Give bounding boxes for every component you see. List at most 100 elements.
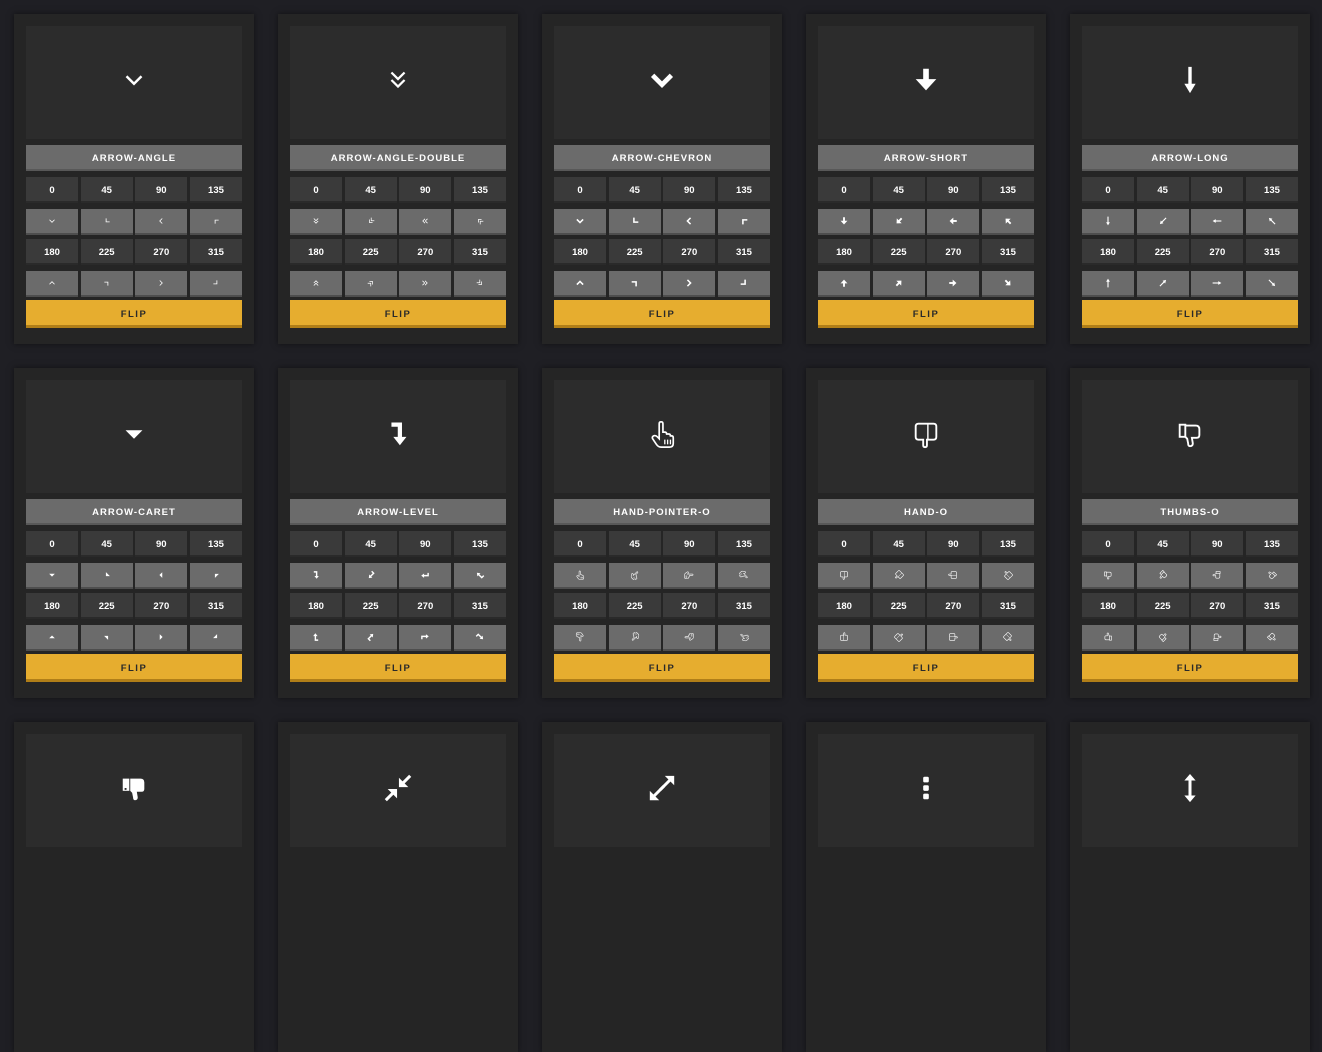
rotate-315-button[interactable] (1245, 625, 1298, 651)
rotate-225-button[interactable] (80, 625, 133, 651)
rotate-0-button[interactable] (290, 209, 342, 235)
angle-label: 135 (189, 531, 242, 557)
rotate-180-button[interactable] (26, 271, 78, 297)
rotate-90-button[interactable] (927, 563, 980, 589)
angle-label: 270 (399, 593, 452, 619)
rotate-270-button[interactable] (927, 271, 980, 297)
rotate-0-button[interactable] (26, 563, 78, 589)
rotate-270-button[interactable] (399, 271, 452, 297)
rotate-135-button[interactable] (189, 209, 242, 235)
rotate-180-button[interactable] (1082, 625, 1134, 651)
flip-button[interactable]: FLIP (554, 300, 770, 328)
rotate-90-button[interactable] (399, 209, 452, 235)
short-icon (894, 216, 904, 229)
rotate-135-button[interactable] (453, 563, 506, 589)
rotate-45-button[interactable] (344, 563, 397, 589)
rotate-315-button[interactable] (1245, 271, 1298, 297)
thumbs-icon (1267, 570, 1278, 583)
rotate-135-button[interactable] (1245, 563, 1298, 589)
flip-button[interactable]: FLIP (290, 654, 506, 682)
short-icon (1003, 216, 1013, 229)
rotate-270-button[interactable] (1191, 271, 1244, 297)
rotate-90-button[interactable] (135, 209, 188, 235)
rotate-90-button[interactable] (1191, 563, 1244, 589)
rotate-90-button[interactable] (663, 563, 716, 589)
rotate-270-button[interactable] (927, 625, 980, 651)
rotate-270-button[interactable] (663, 271, 716, 297)
rotate-180-button[interactable] (290, 625, 342, 651)
rotate-0-button[interactable] (1082, 563, 1134, 589)
rotate-270-button[interactable] (399, 625, 452, 651)
rotate-0-button[interactable] (818, 209, 870, 235)
rotate-90-button[interactable] (399, 563, 452, 589)
flip-button[interactable]: FLIP (1082, 300, 1298, 328)
rotate-315-button[interactable] (981, 271, 1034, 297)
flip-button[interactable]: FLIP (818, 300, 1034, 328)
rotate-180-button[interactable] (554, 625, 606, 651)
rotate-180-button[interactable] (290, 271, 342, 297)
rotate-315-button[interactable] (981, 625, 1034, 651)
flip-button[interactable]: FLIP (26, 654, 242, 682)
rotate-225-button[interactable] (344, 271, 397, 297)
rotate-45-button[interactable] (608, 563, 661, 589)
rotate-270-button[interactable] (663, 625, 716, 651)
rotate-45-button[interactable] (872, 209, 925, 235)
rotate-45-button[interactable] (80, 209, 133, 235)
ellipsis-v-icon (911, 773, 941, 808)
rotate-270-button[interactable] (135, 625, 188, 651)
rotate-225-button[interactable] (872, 271, 925, 297)
rotate-225-button[interactable] (1136, 271, 1189, 297)
rotate-45-button[interactable] (1136, 563, 1189, 589)
rotate-225-button[interactable] (1136, 625, 1189, 651)
rotate-270-button[interactable] (1191, 625, 1244, 651)
rotate-45-button[interactable] (1136, 209, 1189, 235)
rotate-180-button[interactable] (1082, 271, 1134, 297)
flip-button[interactable]: FLIP (818, 654, 1034, 682)
rotate-45-button[interactable] (608, 209, 661, 235)
rotate-135-button[interactable] (453, 209, 506, 235)
rotate-90-button[interactable] (135, 563, 188, 589)
rotate-0-button[interactable] (554, 563, 606, 589)
rotate-0-button[interactable] (290, 563, 342, 589)
rotate-90-button[interactable] (927, 209, 980, 235)
icon-name-label: ARROW-CARET (26, 499, 242, 525)
icon-card-hand-o: HAND-O 0 45 90 135 180 225 270 315 FLIP (806, 368, 1046, 698)
rotate-180-button[interactable] (554, 271, 606, 297)
angle-label: 180 (26, 239, 78, 265)
rotate-0-button[interactable] (1082, 209, 1134, 235)
rotate-225-button[interactable] (80, 271, 133, 297)
flip-button[interactable]: FLIP (1082, 654, 1298, 682)
rotate-135-button[interactable] (717, 563, 770, 589)
rotate-180-button[interactable] (818, 625, 870, 651)
rotate-0-button[interactable] (554, 209, 606, 235)
rotate-225-button[interactable] (872, 625, 925, 651)
rotate-135-button[interactable] (981, 563, 1034, 589)
rotate-180-button[interactable] (26, 625, 78, 651)
rotate-45-button[interactable] (344, 209, 397, 235)
rotate-315-button[interactable] (717, 625, 770, 651)
flip-button[interactable]: FLIP (554, 654, 770, 682)
rotate-90-button[interactable] (663, 209, 716, 235)
rotate-90-button[interactable] (1191, 209, 1244, 235)
rotate-45-button[interactable] (872, 563, 925, 589)
rotate-270-button[interactable] (135, 271, 188, 297)
rotate-0-button[interactable] (818, 563, 870, 589)
rotate-45-button[interactable] (80, 563, 133, 589)
rotate-180-button[interactable] (818, 271, 870, 297)
rotate-315-button[interactable] (189, 271, 242, 297)
rotate-225-button[interactable] (608, 625, 661, 651)
rotate-315-button[interactable] (453, 271, 506, 297)
rotate-135-button[interactable] (1245, 209, 1298, 235)
rotate-315-button[interactable] (453, 625, 506, 651)
rotate-135-button[interactable] (189, 563, 242, 589)
rotate-135-button[interactable] (981, 209, 1034, 235)
flip-button[interactable]: FLIP (290, 300, 506, 328)
rotate-0-button[interactable] (26, 209, 78, 235)
rotate-315-button[interactable] (189, 625, 242, 651)
flip-button[interactable]: FLIP (26, 300, 242, 328)
rotate-315-button[interactable] (717, 271, 770, 297)
angle-labels-row: 180 225 270 315 (554, 239, 770, 265)
rotate-135-button[interactable] (717, 209, 770, 235)
rotate-225-button[interactable] (608, 271, 661, 297)
rotate-225-button[interactable] (344, 625, 397, 651)
